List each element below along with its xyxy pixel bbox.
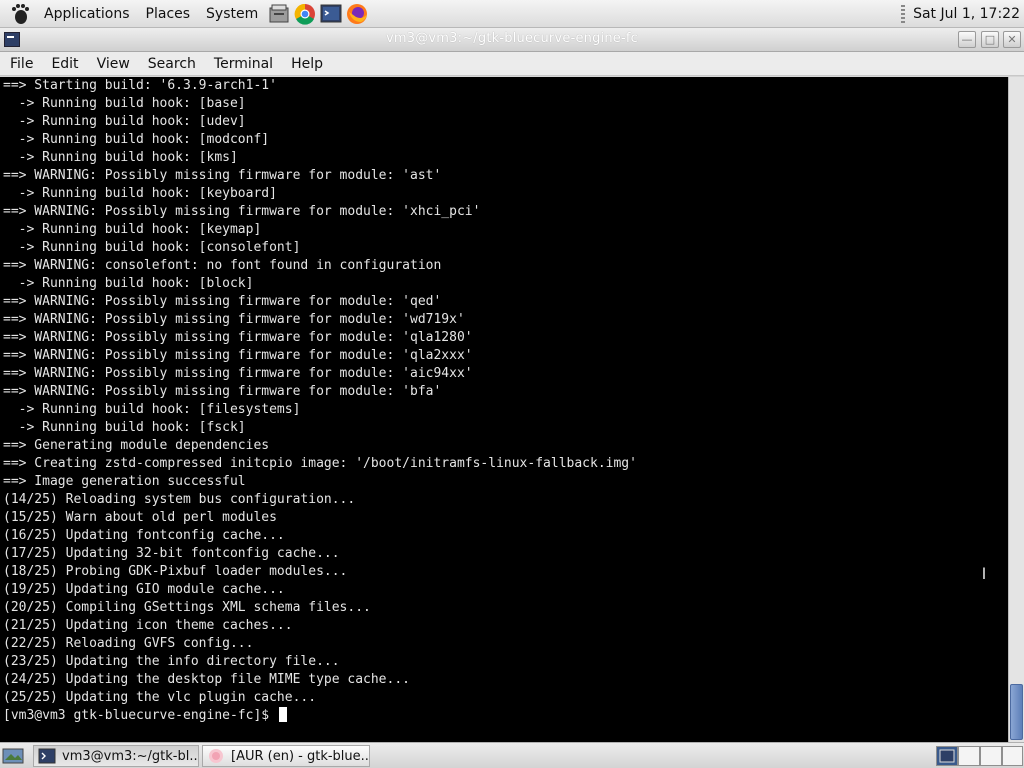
- terminal-line: ==> WARNING: Possibly missing firmware f…: [3, 366, 473, 381]
- terminal-line: -> Running build hook: [udev]: [3, 114, 246, 129]
- task-terminal[interactable]: vm3@vm3:~/gtk-bl...: [33, 745, 199, 767]
- terminal-menubar: File Edit View Search Terminal Help: [0, 52, 1024, 76]
- workspace-2[interactable]: [958, 746, 980, 766]
- terminal-line: (17/25) Updating 32-bit fontconfig cache…: [3, 546, 340, 561]
- gnome-foot-icon[interactable]: [9, 3, 31, 25]
- terminal-line: (23/25) Updating the info directory file…: [3, 654, 340, 669]
- terminal-line: ==> WARNING: Possibly missing firmware f…: [3, 348, 473, 363]
- places-menu[interactable]: Places: [138, 0, 199, 28]
- clock[interactable]: Sat Jul 1, 17:22: [913, 6, 1024, 22]
- terminal-line: -> Running build hook: [keyboard]: [3, 186, 277, 201]
- task-label: [AUR (en) - gtk-blue...: [231, 748, 370, 764]
- terminal-line: -> Running build hook: [modconf]: [3, 132, 270, 147]
- terminal-line: ==> WARNING: Possibly missing firmware f…: [3, 384, 442, 399]
- firefox-icon: [209, 749, 223, 763]
- terminal-line: -> Running build hook: [filesystems]: [3, 402, 301, 417]
- terminal-line: -> Running build hook: [block]: [3, 276, 254, 291]
- terminal-line: -> Running build hook: [kms]: [3, 150, 238, 165]
- terminal-scrollbar[interactable]: [1008, 77, 1024, 742]
- terminal-line: (24/25) Updating the desktop file MIME t…: [3, 672, 410, 687]
- terminal-line: ==> WARNING: Possibly missing firmware f…: [3, 168, 442, 183]
- chromium-icon[interactable]: [294, 3, 316, 25]
- applications-menu[interactable]: Applications: [36, 0, 138, 28]
- window-title: vm3@vm3:~/gtk-bluecurve-engine-fc: [385, 31, 639, 46]
- terminal-line: -> Running build hook: [consolefont]: [3, 240, 301, 255]
- terminal-line: -> Running build hook: [base]: [3, 96, 246, 111]
- menu-search[interactable]: Search: [138, 56, 204, 72]
- workspace-1[interactable]: [936, 746, 958, 766]
- menu-edit[interactable]: Edit: [41, 56, 86, 72]
- terminal-line: (19/25) Updating GIO module cache...: [3, 582, 285, 597]
- terminal-line: ==> Generating module dependencies: [3, 438, 270, 453]
- file-manager-icon[interactable]: [268, 3, 290, 25]
- shell-prompt: [vm3@vm3 gtk-bluecurve-engine-fc]$: [3, 708, 277, 723]
- terminal-line: ==> WARNING: Possibly missing firmware f…: [3, 312, 465, 327]
- show-desktop-icon[interactable]: [2, 746, 24, 766]
- panel-handle[interactable]: [901, 5, 906, 23]
- terminal-line: ==> WARNING: Possibly missing firmware f…: [3, 204, 481, 219]
- terminal-line: ==> Creating zstd-compressed initcpio im…: [3, 456, 637, 471]
- menu-view[interactable]: View: [87, 56, 138, 72]
- ibeam-cursor-icon: I: [981, 564, 987, 583]
- workspace-3[interactable]: [980, 746, 1002, 766]
- task-firefox[interactable]: [AUR (en) - gtk-blue...: [202, 745, 370, 767]
- task-label: vm3@vm3:~/gtk-bl...: [62, 748, 199, 764]
- terminal-icon[interactable]: [320, 3, 342, 25]
- window-titlebar[interactable]: vm3@vm3:~/gtk-bluecurve-engine-fc — □ ✕: [0, 28, 1024, 52]
- system-menu[interactable]: System: [198, 0, 266, 28]
- text-cursor: [278, 707, 287, 722]
- terminal-line: ==> WARNING: Possibly missing firmware f…: [3, 294, 442, 309]
- terminal-line: (25/25) Updating the vlc plugin cache...: [3, 690, 317, 705]
- scrollbar-thumb[interactable]: [1010, 684, 1023, 740]
- terminal-line: (18/25) Probing GDK-Pixbuf loader module…: [3, 564, 348, 579]
- workspace-window-icon: [939, 749, 955, 763]
- maximize-button[interactable]: □: [981, 31, 999, 48]
- terminal-line: ==> Starting build: '6.3.9-arch1-1': [3, 78, 277, 93]
- terminal-line: -> Running build hook: [keymap]: [3, 222, 262, 237]
- firefox-icon[interactable]: [346, 3, 368, 25]
- terminal-line: (14/25) Reloading system bus configurati…: [3, 492, 356, 507]
- terminal-line: ==> WARNING: consolefont: no font found …: [3, 258, 442, 273]
- menu-terminal[interactable]: Terminal: [204, 56, 281, 72]
- terminal-line: ==> WARNING: Possibly missing firmware f…: [3, 330, 473, 345]
- top-panel: Applications Places System Sat Jul 1, 17…: [0, 0, 1024, 28]
- workspace-4[interactable]: [1002, 746, 1023, 766]
- menu-help[interactable]: Help: [281, 56, 331, 72]
- terminal-line: (15/25) Warn about old perl modules: [3, 510, 277, 525]
- terminal-line: (22/25) Reloading GVFS config...: [3, 636, 254, 651]
- terminal-icon: [38, 748, 56, 764]
- terminal-output[interactable]: ==> Starting build: '6.3.9-arch1-1' -> R…: [0, 77, 1008, 742]
- menu-file[interactable]: File: [0, 56, 41, 72]
- terminal-line: (16/25) Updating fontconfig cache...: [3, 528, 285, 543]
- minimize-button[interactable]: —: [958, 31, 976, 48]
- close-button[interactable]: ✕: [1003, 31, 1021, 48]
- terminal-line: ==> Image generation successful: [3, 474, 246, 489]
- terminal-line: (21/25) Updating icon theme caches...: [3, 618, 293, 633]
- bottom-panel: vm3@vm3:~/gtk-bl... [AUR (en) - gtk-blue…: [0, 742, 1024, 768]
- terminal-line: -> Running build hook: [fsck]: [3, 420, 246, 435]
- terminal-line: (20/25) Compiling GSettings XML schema f…: [3, 600, 371, 615]
